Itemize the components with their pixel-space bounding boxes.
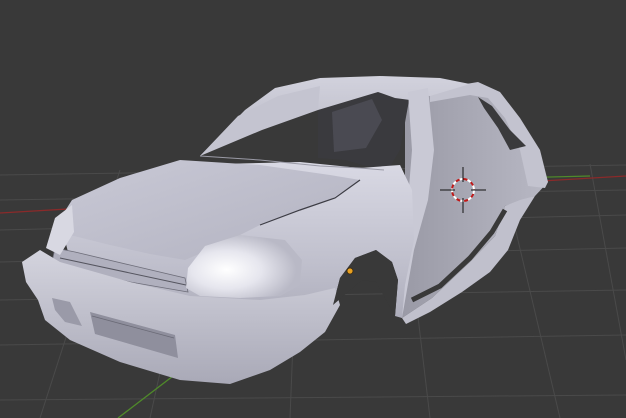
a-pillar <box>200 86 320 156</box>
viewport-canvas[interactable] <box>0 0 626 418</box>
3d-viewport[interactable] <box>0 0 626 418</box>
object-origin-dot[interactable] <box>346 267 354 275</box>
